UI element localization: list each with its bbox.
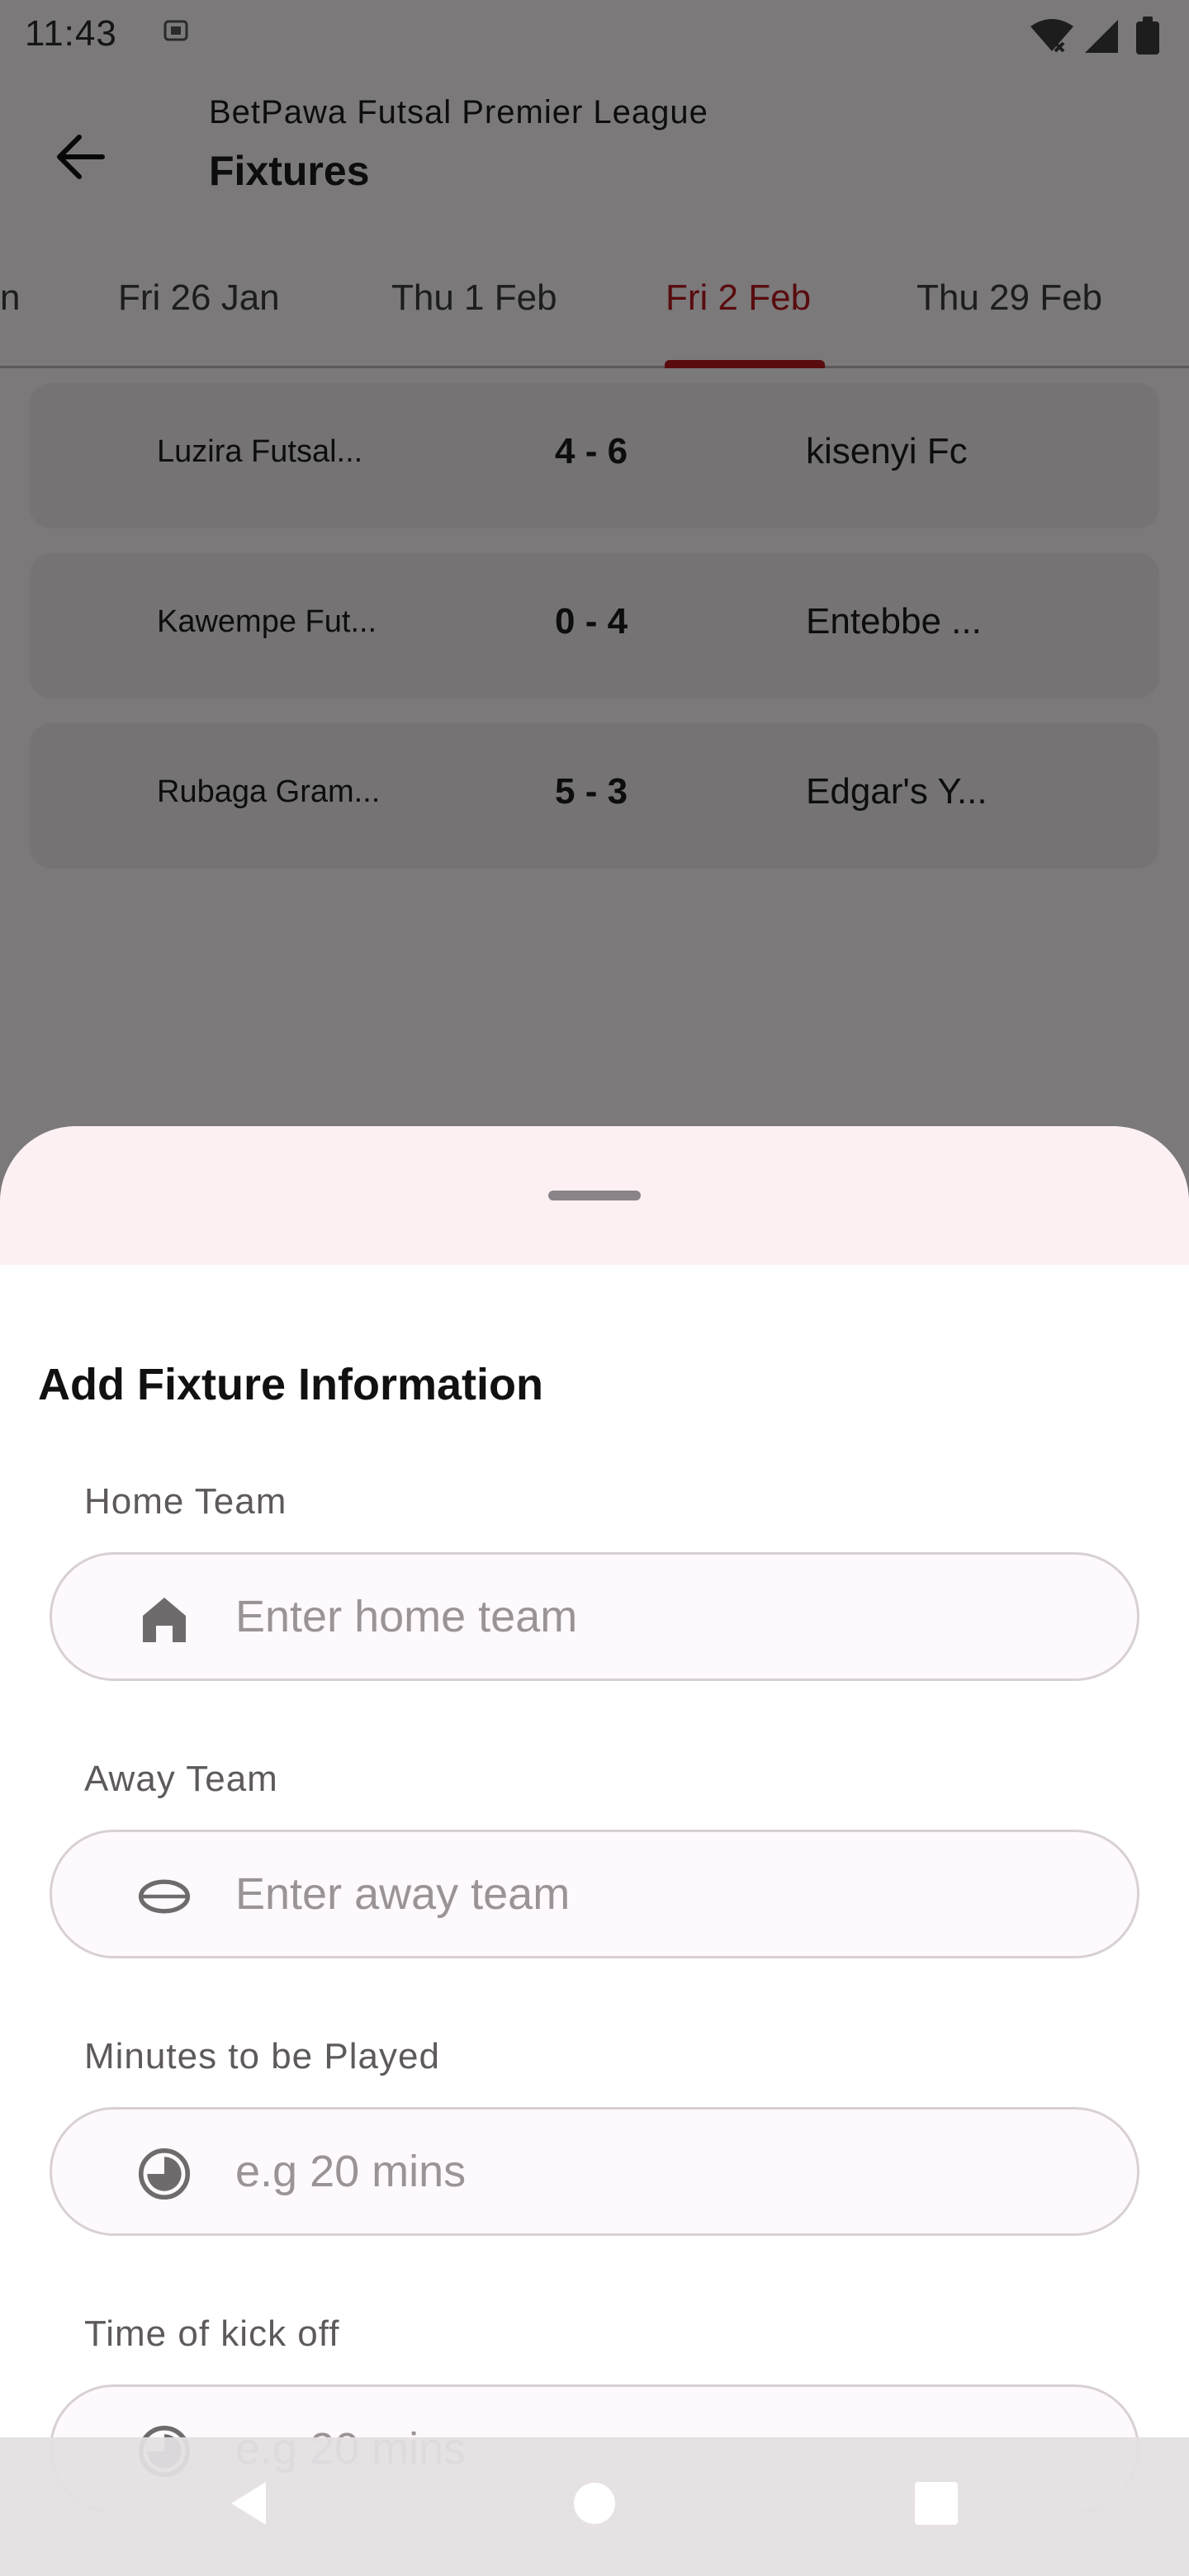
sheet-title: Add Fixture Information — [38, 1360, 543, 1409]
add-fixture-sheet: Add Fixture Information Home Team Away T… — [0, 1126, 1189, 2576]
recents-square-icon — [915, 2482, 958, 2525]
home-team-field[interactable] — [50, 1552, 1139, 1681]
home-circle-icon — [574, 2483, 615, 2524]
home-icon — [138, 1593, 191, 1646]
minutes-label: Minutes to be Played — [84, 2036, 440, 2076]
home-team-label: Home Team — [84, 1481, 287, 1522]
nav-recents-button[interactable] — [903, 2470, 969, 2536]
nav-back-button[interactable] — [216, 2470, 282, 2536]
kickoff-time-label: Time of kick off — [84, 2313, 340, 2354]
home-team-input[interactable] — [235, 1555, 1094, 1679]
system-nav-bar — [0, 2437, 1189, 2576]
sheet-header — [0, 1126, 1189, 1265]
away-team-label: Away Team — [84, 1759, 278, 1799]
minutes-field[interactable] — [50, 2107, 1139, 2236]
nav-home-button[interactable] — [561, 2470, 628, 2536]
ball-icon — [138, 1870, 191, 1923]
timer-icon — [138, 2147, 191, 2200]
minutes-input[interactable] — [235, 2110, 1094, 2233]
drag-handle[interactable] — [548, 1191, 641, 1200]
back-triangle-icon — [231, 2482, 266, 2525]
away-team-field[interactable] — [50, 1830, 1139, 1958]
away-team-input[interactable] — [235, 1832, 1094, 1956]
